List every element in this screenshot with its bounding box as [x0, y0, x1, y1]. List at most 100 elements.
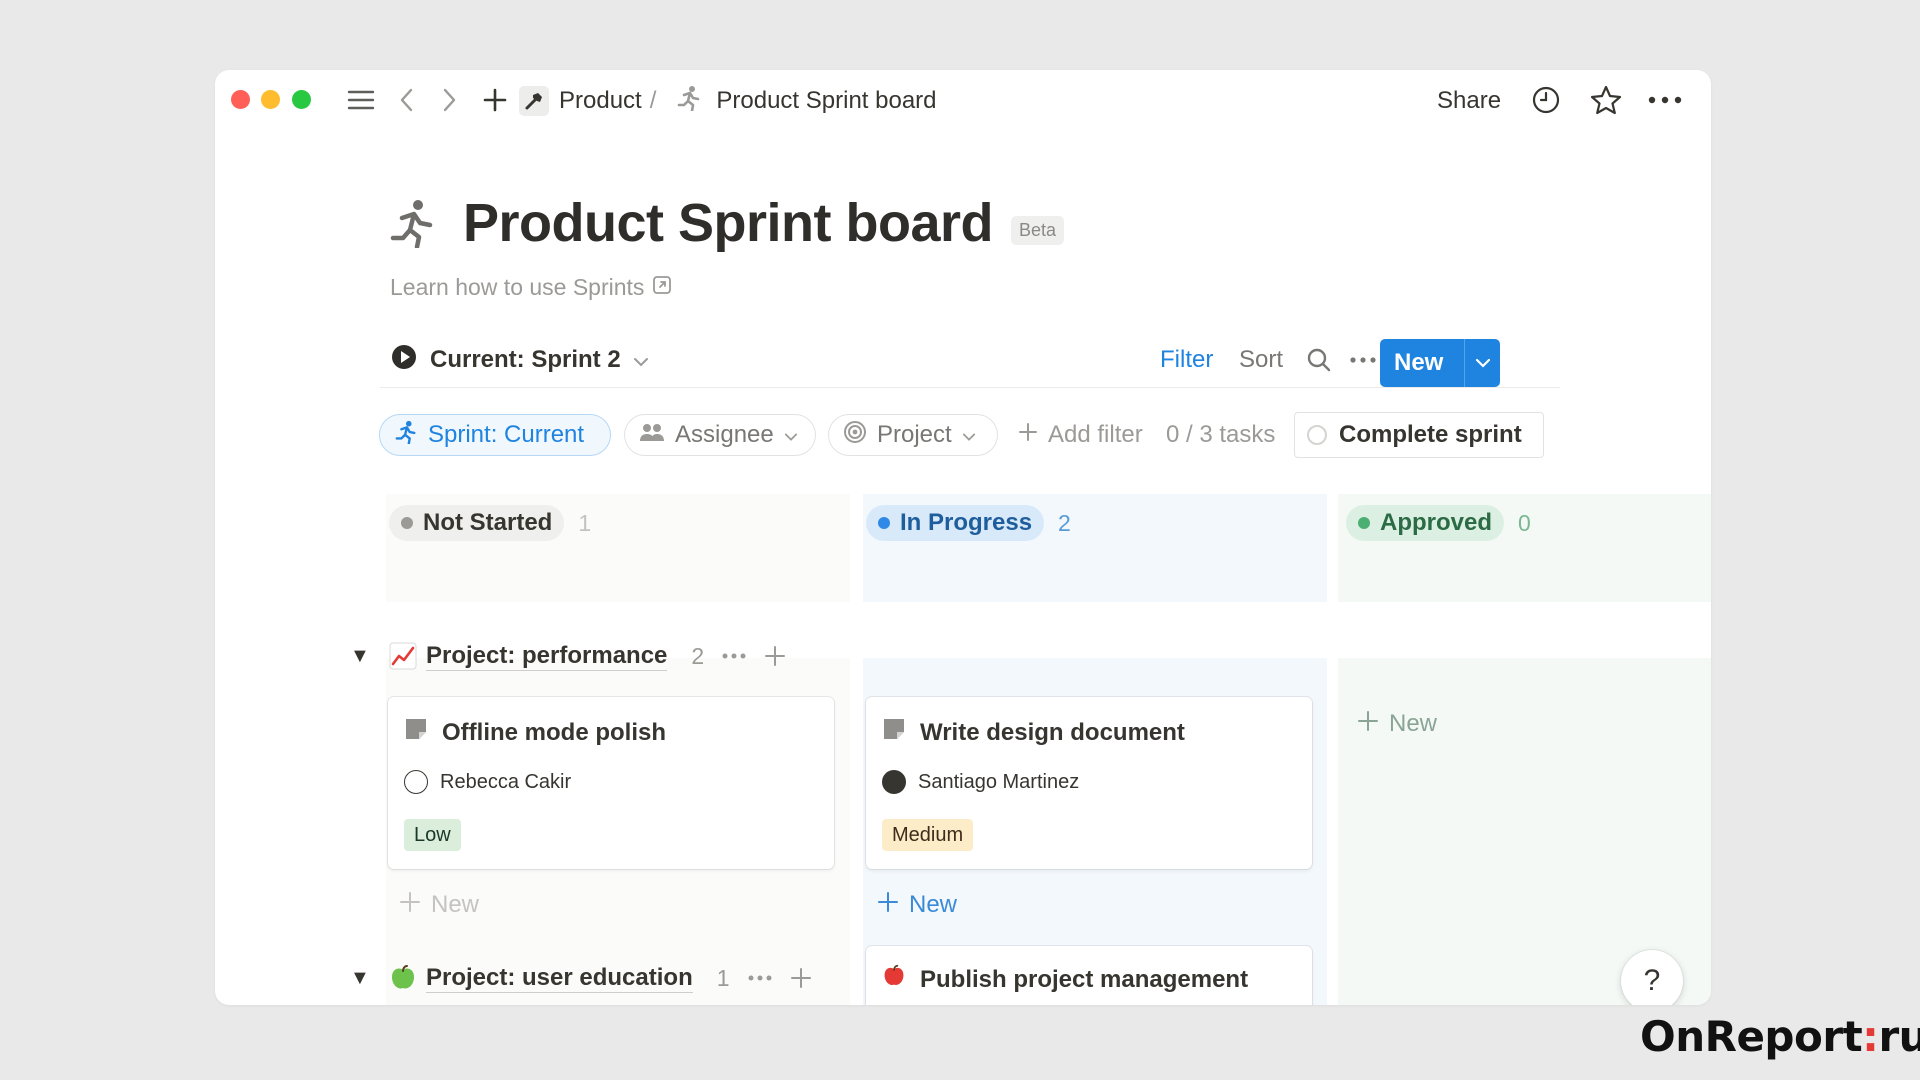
breadcrumb-separator: /	[649, 87, 657, 114]
current-view-label: Current: Sprint 2	[430, 346, 621, 373]
status-pill[interactable]: Not Started	[389, 505, 565, 541]
avatar	[882, 770, 906, 794]
project-filter-label: Project	[877, 421, 952, 448]
new-dropdown-chevron-icon[interactable]	[1464, 339, 1500, 387]
column-header-approved: Approved 0	[1346, 503, 1531, 543]
document-icon	[404, 717, 428, 748]
add-filter-label: Add filter	[1048, 421, 1143, 448]
breadcrumb-parent[interactable]: Product	[559, 87, 642, 115]
history-clock-icon[interactable]	[1530, 84, 1562, 116]
page-title: Product Sprint board	[463, 193, 994, 253]
chevron-down-icon	[633, 346, 649, 374]
column-count: 0	[1518, 509, 1531, 536]
card-title: Publish project management	[920, 965, 1249, 993]
close-window-button[interactable]	[231, 90, 250, 109]
sidebar-menu-icon[interactable]	[345, 84, 377, 116]
chevron-down-icon	[784, 421, 798, 449]
priority-tag: Medium	[882, 819, 974, 851]
assignee-filter-chip[interactable]: Assignee	[624, 414, 816, 456]
status-pill[interactable]: In Progress	[866, 505, 1045, 541]
sprint-filter-chip[interactable]: Sprint: Current	[379, 414, 611, 456]
runner-icon	[676, 85, 702, 118]
column-header-in-progress: In Progress 2	[866, 503, 1071, 543]
status-label: Not Started	[423, 509, 553, 536]
new-label: New	[431, 891, 480, 918]
group-count: 1	[716, 964, 730, 991]
column-approved	[1338, 494, 1711, 1005]
view-bar: Current: Sprint 2 Filter Sort New	[380, 336, 1560, 388]
card-title: Write design document	[920, 718, 1185, 746]
collapse-triangle-icon[interactable]: ▼	[350, 967, 370, 990]
card-title: Offline mode polish	[442, 718, 667, 746]
group-name[interactable]: Project: performance	[426, 642, 668, 671]
green-apple-icon	[388, 963, 418, 993]
avatar	[404, 770, 428, 794]
beta-badge: Beta	[1011, 216, 1065, 245]
new-button-group: New	[1380, 339, 1500, 387]
plus-icon	[399, 891, 421, 920]
sort-button[interactable]: Sort	[1239, 344, 1283, 376]
group-count: 2	[691, 642, 705, 669]
new-item-button[interactable]: New	[399, 888, 479, 922]
assignee-name: Rebecca Cakir	[440, 770, 572, 793]
new-button[interactable]: New	[1380, 349, 1464, 377]
new-label: New	[1389, 710, 1438, 737]
group-row-user-education: ▼ Project: user education 1	[350, 958, 812, 998]
task-card[interactable]: Write design document Santiago Martinez …	[866, 697, 1312, 869]
play-circle-icon	[390, 343, 418, 378]
status-label: In Progress	[900, 509, 1033, 536]
top-bar: Product / Product Sprint board Share	[215, 70, 1711, 132]
external-link-icon	[652, 274, 672, 301]
add-page-icon[interactable]	[481, 84, 509, 116]
collapse-triangle-icon[interactable]: ▼	[350, 645, 370, 668]
group-add-icon[interactable]	[790, 967, 812, 989]
complete-sprint-label: Complete sprint	[1339, 421, 1522, 448]
back-arrow-icon[interactable]	[395, 84, 419, 116]
assignee-name: Santiago Martinez	[918, 770, 1080, 793]
project-filter-chip[interactable]: Project	[828, 414, 998, 456]
task-progress-count: 0 / 3 tasks	[1166, 421, 1276, 448]
card-title-row: Write design document	[882, 717, 1185, 748]
search-icon[interactable]	[1306, 344, 1332, 376]
watermark-logo: OnReport:ru	[1640, 1012, 1920, 1061]
app-window: Product / Product Sprint board Share Pro…	[215, 70, 1711, 1005]
share-button[interactable]: Share	[1437, 84, 1501, 118]
card-assignee: Rebecca Cakir	[404, 770, 571, 794]
new-item-button[interactable]: New	[877, 888, 957, 922]
chevron-down-icon	[962, 421, 976, 449]
task-card[interactable]: Publish project management	[866, 946, 1312, 1005]
learn-link-text: Learn how to use Sprints	[390, 274, 645, 300]
learn-sprints-link[interactable]: Learn how to use Sprints	[390, 274, 672, 301]
breadcrumb-current[interactable]: Product Sprint board	[716, 87, 936, 115]
sprint-filter-label: Sprint: Current	[428, 421, 585, 448]
complete-sprint-button[interactable]: Complete sprint	[1294, 412, 1544, 458]
help-button[interactable]: ?	[1621, 950, 1683, 1005]
favorite-star-icon[interactable]	[1589, 84, 1623, 116]
chart-increasing-icon	[388, 641, 418, 671]
add-filter-button[interactable]: Add filter	[1018, 414, 1143, 456]
plus-icon	[1357, 710, 1379, 739]
minimize-window-button[interactable]	[261, 90, 280, 109]
breadcrumb: Product / Product Sprint board	[519, 85, 937, 118]
task-card[interactable]: Offline mode polish Rebecca Cakir Low	[388, 697, 834, 869]
column-header-not-started: Not Started 1	[389, 503, 591, 543]
more-options-icon[interactable]	[1647, 84, 1683, 116]
card-title-row: Offline mode polish	[404, 717, 666, 748]
group-add-icon[interactable]	[764, 645, 786, 667]
group-more-icon[interactable]	[722, 652, 746, 660]
target-icon	[843, 420, 867, 451]
view-more-icon[interactable]	[1350, 344, 1376, 376]
column-count: 1	[578, 509, 592, 536]
new-item-button[interactable]: New	[1357, 707, 1437, 741]
maximize-window-button[interactable]	[292, 90, 311, 109]
status-pill[interactable]: Approved	[1346, 505, 1505, 541]
filter-button[interactable]: Filter	[1160, 344, 1213, 376]
current-view-selector[interactable]: Current: Sprint 2	[390, 344, 649, 376]
forward-arrow-icon[interactable]	[437, 84, 461, 116]
assignee-filter-label: Assignee	[675, 421, 774, 448]
group-more-icon[interactable]	[748, 974, 772, 982]
people-icon	[639, 421, 665, 449]
priority-tag: Low	[404, 819, 461, 851]
watermark-right: ru	[1878, 1012, 1920, 1061]
group-name[interactable]: Project: user education	[426, 964, 693, 993]
